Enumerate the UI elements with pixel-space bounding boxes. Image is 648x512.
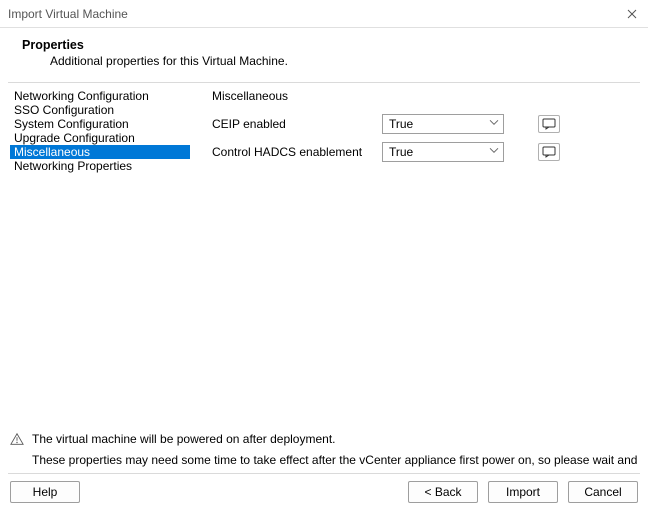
- sidebar-item-networking-properties[interactable]: Networking Properties: [10, 159, 190, 173]
- footer-warning: The virtual machine will be powered on a…: [0, 430, 648, 473]
- sidebar: Networking Configuration SSO Configurati…: [10, 89, 190, 430]
- sidebar-item-sso-configuration[interactable]: SSO Configuration: [10, 103, 190, 117]
- warning-text-1: The virtual machine will be powered on a…: [32, 432, 336, 446]
- button-bar: Help < Back Import Cancel: [0, 474, 648, 512]
- close-icon[interactable]: [626, 8, 638, 20]
- help-button[interactable]: Help: [10, 481, 80, 503]
- property-label: Control HADCS enablement: [212, 145, 382, 159]
- window-title: Import Virtual Machine: [8, 7, 128, 21]
- property-row-ceip: CEIP enabled True: [212, 113, 630, 135]
- property-select-ceip[interactable]: True: [382, 114, 504, 134]
- property-label: CEIP enabled: [212, 117, 382, 131]
- property-select-hadcs[interactable]: True: [382, 142, 504, 162]
- page-subtitle: Additional properties for this Virtual M…: [50, 54, 630, 68]
- chevron-down-icon: [489, 144, 499, 158]
- import-button[interactable]: Import: [488, 481, 558, 503]
- back-button[interactable]: < Back: [408, 481, 478, 503]
- warning-text-2: These properties may need some time to t…: [32, 453, 638, 467]
- property-value: True: [389, 117, 413, 131]
- warning-icon: [10, 432, 24, 449]
- property-row-hadcs: Control HADCS enablement True: [212, 141, 630, 163]
- header: Properties Additional properties for thi…: [0, 28, 648, 78]
- chevron-down-icon: [489, 116, 499, 130]
- info-button-ceip[interactable]: [538, 115, 560, 133]
- cancel-button[interactable]: Cancel: [568, 481, 638, 503]
- info-button-hadcs[interactable]: [538, 143, 560, 161]
- sidebar-item-networking-configuration[interactable]: Networking Configuration: [10, 89, 190, 103]
- page-title: Properties: [22, 38, 630, 52]
- properties-panel: Miscellaneous CEIP enabled True Control …: [190, 89, 638, 430]
- property-value: True: [389, 145, 413, 159]
- content: Networking Configuration SSO Configurati…: [0, 83, 648, 430]
- titlebar: Import Virtual Machine: [0, 0, 648, 28]
- sidebar-item-upgrade-configuration[interactable]: Upgrade Configuration: [10, 131, 190, 145]
- panel-title: Miscellaneous: [212, 89, 630, 103]
- sidebar-item-system-configuration[interactable]: System Configuration: [10, 117, 190, 131]
- sidebar-item-miscellaneous[interactable]: Miscellaneous: [10, 145, 190, 159]
